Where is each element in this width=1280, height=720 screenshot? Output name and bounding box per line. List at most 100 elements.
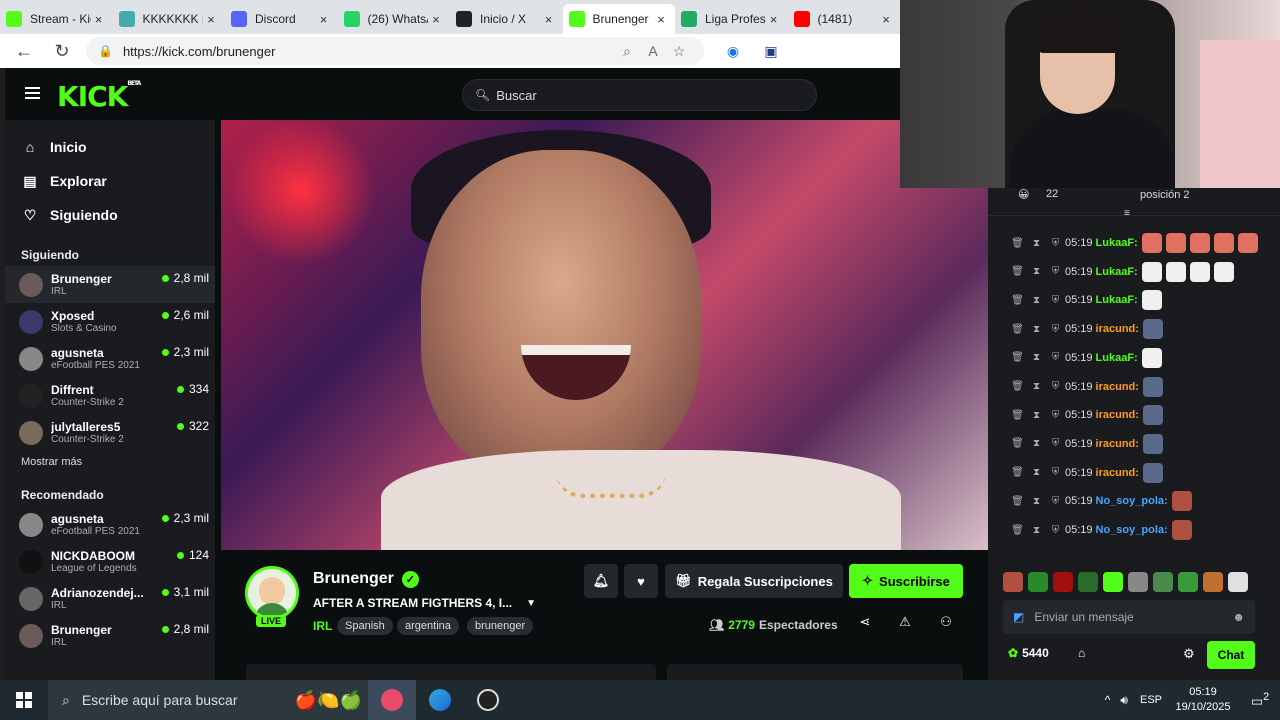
close-icon[interactable]: × — [316, 12, 332, 27]
timeout-icon[interactable]: ⧗ — [1027, 266, 1046, 277]
emote-shortcut[interactable] — [1178, 572, 1198, 592]
back-icon[interactable]: ← — [10, 37, 38, 65]
nav-item-inicio[interactable]: ⌂ Inicio — [5, 130, 215, 164]
nav-item-explorar[interactable]: ▤ Explorar — [5, 164, 215, 198]
subscribe-button[interactable]: ✧ Suscribirse — [849, 564, 963, 598]
chat-message[interactable]: 🗑︎ ⧗ ⛨ 05:19 iracund: — [988, 459, 1280, 487]
chat-message[interactable]: 🗑︎ ⧗ ⛨ 05:19 No_soy_pola: — [988, 487, 1280, 515]
extension-icon-2[interactable]: ▣ — [756, 37, 786, 65]
emote-shortcut[interactable] — [1228, 572, 1248, 592]
message-user[interactable]: iracund: — [1096, 438, 1139, 450]
close-icon[interactable]: × — [428, 12, 444, 27]
extension-icon[interactable]: ◉ — [718, 37, 748, 65]
stream-category[interactable]: IRL — [313, 619, 332, 633]
ban-shield-icon[interactable]: ⛨ — [1046, 352, 1065, 363]
ban-shield-icon[interactable]: ⛨ — [1046, 324, 1065, 335]
timeout-icon[interactable]: ⧗ — [1027, 467, 1046, 478]
delete-icon[interactable]: 🗑︎ — [1008, 352, 1027, 363]
nav-item-siguiendo[interactable]: ♡ Siguiendo — [5, 198, 215, 232]
favorite-star-icon[interactable]: ☆ — [666, 43, 692, 60]
browser-tab[interactable]: Discord × — [225, 4, 338, 34]
pin-collapse-icon[interactable]: ≡ — [1124, 208, 1130, 219]
taskbar-app-discord[interactable] — [368, 680, 416, 720]
close-icon[interactable]: × — [203, 12, 219, 27]
windows-start-icon[interactable] — [0, 680, 48, 720]
report-icon[interactable]: ⚠ — [895, 614, 915, 630]
timeout-icon[interactable]: ⧗ — [1027, 295, 1046, 306]
ban-shield-icon[interactable]: ⛨ — [1046, 525, 1065, 536]
timeout-icon[interactable]: ⧗ — [1027, 352, 1046, 363]
browser-tab[interactable]: Brunenger × — [562, 4, 675, 34]
taskbar-app-edge[interactable] — [416, 680, 464, 720]
message-user[interactable]: No_soy_pola: — [1096, 495, 1168, 507]
zoom-icon[interactable]: ⌕ — [614, 43, 640, 60]
kick-logo[interactable]: KICKBETA — [57, 80, 141, 113]
notifications-icon[interactable]: ▭2 — [1240, 691, 1280, 709]
tag-language[interactable]: Spanish — [337, 617, 393, 635]
emote-shortcut[interactable] — [1128, 572, 1148, 592]
ban-shield-icon[interactable]: ⛨ — [1046, 467, 1065, 478]
channel-item[interactable]: julytalleres5 Counter-Strike 2 322 — [5, 414, 215, 451]
message-user[interactable]: iracund: — [1096, 381, 1139, 393]
message-user[interactable]: iracund: — [1096, 323, 1139, 335]
emote-shortcut[interactable] — [1028, 572, 1048, 592]
emote-shortcut[interactable] — [1103, 572, 1123, 592]
delete-icon[interactable]: 🗑︎ — [1008, 295, 1027, 306]
clock[interactable]: 05:19 19/10/2025 — [1166, 685, 1240, 715]
browser-tab[interactable]: (26) WhatsApp× — [338, 4, 451, 34]
emote-shortcut[interactable] — [1003, 572, 1023, 592]
delete-icon[interactable]: 🗑︎ — [1008, 266, 1027, 277]
emote-shortcut[interactable] — [1078, 572, 1098, 592]
ban-shield-icon[interactable]: ⛨ — [1046, 438, 1065, 449]
timeout-icon[interactable]: ⧗ — [1027, 525, 1046, 536]
close-icon[interactable]: × — [653, 12, 669, 27]
streamer-name[interactable]: Brunenger ✓ — [313, 570, 419, 588]
settings-icon[interactable]: ⚙ — [1183, 646, 1195, 662]
taskbar-app-obs[interactable] — [464, 680, 512, 720]
tray-overflow-icon[interactable]: ^ — [1105, 693, 1111, 707]
timeout-icon[interactable]: ⧗ — [1027, 438, 1046, 449]
message-user[interactable]: No_soy_pola: — [1096, 524, 1168, 536]
delete-icon[interactable]: 🗑︎ — [1008, 381, 1027, 392]
chat-message[interactable]: 🗑︎ ⧗ ⛨ 05:19 iracund: — [988, 315, 1280, 343]
channel-item[interactable]: agusneta eFootball PES 2021 2,3 mil — [5, 340, 215, 377]
store-icon[interactable]: ⌂ — [1078, 646, 1085, 660]
browser-tab[interactable]: Stream - Kick× — [0, 4, 113, 34]
chat-mode-icon[interactable]: ◩ — [1013, 610, 1024, 624]
delete-icon[interactable]: 🗑︎ — [1008, 438, 1027, 449]
chat-message[interactable]: 🗑︎ ⧗ ⛨ 05:19 LukaaF: — [988, 286, 1280, 314]
browser-tab[interactable]: (1481) × — [788, 4, 901, 34]
channel-points[interactable]: ✿ 5440 — [1008, 646, 1049, 660]
channel-item[interactable]: Brunenger IRL 2,8 mil — [5, 617, 215, 654]
share-icon[interactable]: ⋖ — [855, 614, 875, 630]
channel-item[interactable]: Diffrent Counter-Strike 2 334 — [5, 377, 215, 414]
timeout-icon[interactable]: ⧗ — [1027, 238, 1046, 249]
message-user[interactable]: LukaaF: — [1096, 352, 1138, 364]
channel-item[interactable]: Brunenger IRL 2,8 mil — [5, 266, 215, 303]
delete-icon[interactable]: 🗑︎ — [1008, 238, 1027, 249]
emote-shortcut[interactable] — [1053, 572, 1073, 592]
channel-item[interactable]: Xposed Slots & Casino 2,6 mil — [5, 303, 215, 340]
chat-send-button[interactable]: Chat — [1207, 641, 1255, 669]
ban-shield-icon[interactable]: ⛨ — [1046, 496, 1065, 507]
channel-item[interactable]: Adrianozendej... IRL 3,1 mil — [5, 580, 215, 617]
browser-tab[interactable]: Inicio / X × — [450, 4, 563, 34]
message-user[interactable]: LukaaF: — [1096, 294, 1138, 306]
show-more-link[interactable]: Mostrar más — [5, 451, 215, 473]
message-user[interactable]: iracund: — [1096, 467, 1139, 479]
close-icon[interactable]: × — [541, 12, 557, 27]
emote-shortcut[interactable] — [1153, 572, 1173, 592]
menu-icon[interactable] — [25, 87, 40, 99]
taskbar-search[interactable]: ⌕ Escribe aquí para buscar 🍎🍋🍏 — [48, 680, 368, 720]
message-user[interactable]: iracund: — [1096, 409, 1139, 421]
chat-message[interactable]: 🗑︎ ⧗ ⛨ 05:19 iracund: — [988, 401, 1280, 429]
streamer-avatar[interactable] — [245, 566, 299, 620]
address-bar[interactable]: 🔒 https://kick.com/brunenger ⌕ A ☆ — [86, 37, 704, 65]
ban-shield-icon[interactable]: ⛨ — [1046, 238, 1065, 249]
timeout-icon[interactable]: ⧗ — [1027, 381, 1046, 392]
chat-input[interactable]: ◩ Enviar un mensaje ☻ — [1003, 600, 1255, 634]
emoji-picker-icon[interactable]: ☻ — [1232, 610, 1245, 624]
channel-item[interactable]: agusneta eFootball PES 2021 2,3 mil — [5, 506, 215, 543]
channel-item[interactable]: NICKDABOOM League of Legends 124 — [5, 543, 215, 580]
ban-shield-icon[interactable]: ⛨ — [1046, 410, 1065, 421]
